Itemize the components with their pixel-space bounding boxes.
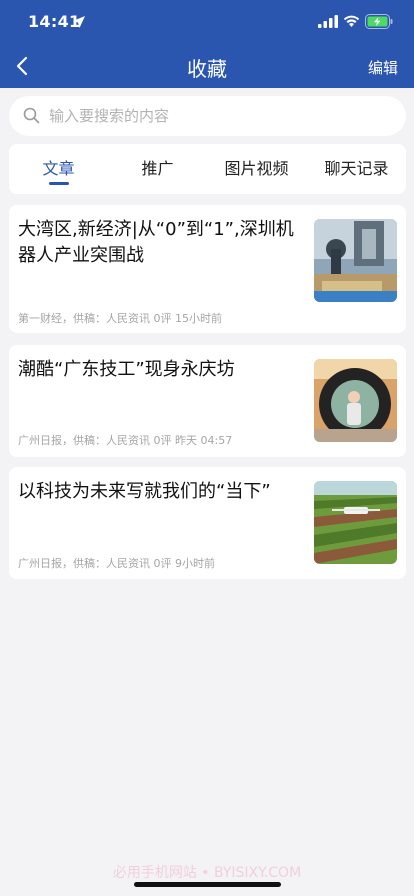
article-meta: 第一财经，供稿：人民资讯 0评 15小时前: [18, 312, 222, 325]
tab-promotion[interactable]: 推广: [108, 144, 207, 194]
search-input[interactable]: [49, 96, 389, 136]
drone-field-image: [314, 481, 397, 564]
article-meta: 广州日报，供稿：人民资讯 0评 9小时前: [18, 557, 215, 570]
cellular-signal-icon: [318, 15, 338, 28]
article-card[interactable]: 潮酷“广东技工”现身永庆坊 广州日报，供稿：人民资讯 0评 昨天 04:57: [9, 345, 406, 457]
location-arrow-icon: [73, 16, 85, 28]
tab-chat-history[interactable]: 聊天记录: [307, 144, 406, 194]
home-indicator: [134, 882, 281, 887]
article-title: 以科技为未来写就我们的“当下”: [18, 481, 271, 502]
page-title: 收藏: [187, 57, 227, 81]
article-title: 大湾区,新经济|从“0”到“1”,深圳机器人产业突围战: [18, 219, 294, 266]
battery-charging-icon: [365, 14, 393, 29]
article-title: 潮酷“广东技工”现身永庆坊: [18, 359, 235, 380]
watermark: 必用手机网站 • BYISIXY.COM: [112, 865, 302, 881]
tab-bar: 文章 推广 图片视频 聊天记录: [9, 144, 406, 194]
wifi-icon: [343, 15, 360, 27]
tab-images-videos[interactable]: 图片视频: [207, 144, 306, 194]
robot-factory-image: [314, 219, 397, 302]
article-card[interactable]: 大湾区,新经济|从“0”到“1”,深圳机器人产业突围战 第一财经，供稿：人民资讯…: [9, 205, 406, 333]
tire-portrait-image: [314, 359, 397, 442]
search-icon: [23, 107, 40, 124]
search-bar: [9, 96, 406, 136]
active-tab-indicator: [49, 182, 69, 185]
app-header: 14:41 收藏 编辑: [0, 0, 414, 88]
article-card[interactable]: 以科技为未来写就我们的“当下” 广州日报，供稿：人民资讯 0评 9小时前: [9, 467, 406, 579]
status-bar: 14:41: [0, 0, 414, 44]
tab-articles[interactable]: 文章: [9, 144, 108, 194]
edit-button[interactable]: 编辑: [368, 57, 398, 78]
nav-bar: 收藏 编辑: [0, 44, 414, 88]
article-meta: 广州日报，供稿：人民资讯 0评 昨天 04:57: [18, 434, 233, 447]
